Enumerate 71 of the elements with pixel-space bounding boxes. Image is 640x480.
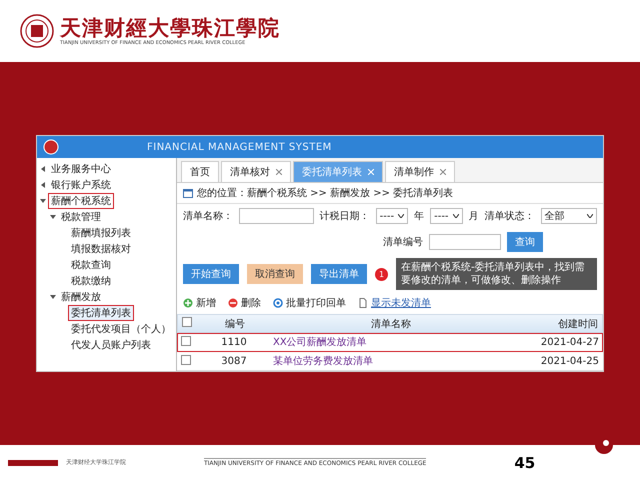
sidebar-item[interactable]: 代发人员账户列表: [69, 338, 153, 352]
triangle-down-icon[interactable]: [50, 214, 56, 220]
sidebar-item[interactable]: 税款缴纳: [69, 274, 113, 288]
table-cell-text: 3087: [220, 356, 248, 366]
query-button[interactable]: 导出清单: [311, 264, 367, 284]
unit-label: 月: [468, 210, 479, 223]
column-header: 清单名称: [370, 318, 412, 330]
triangle-down-icon[interactable]: [50, 294, 56, 300]
sidebar-item[interactable]: 填报数据核对: [69, 242, 133, 256]
toolbar-button[interactable]: 新增: [183, 296, 216, 310]
tab[interactable]: 清单制作: [385, 161, 455, 182]
sidebar-item[interactable]: 薪酬发放: [59, 290, 103, 304]
table-cell-text: 1110: [220, 336, 248, 348]
column-header: 编号: [224, 318, 246, 330]
triangle-down-icon[interactable]: [40, 198, 46, 204]
year-select[interactable]: ----: [376, 208, 408, 224]
sidebar-item[interactable]: 委托清单列表: [69, 306, 133, 320]
toolbar-button[interactable]: 批量打印回单: [273, 296, 346, 310]
query-button[interactable]: 开始查询: [183, 264, 239, 284]
field-label: 清单编号: [383, 236, 423, 249]
tab[interactable]: 清单核对: [221, 161, 291, 182]
caret-icon: [452, 214, 459, 218]
status-select[interactable]: 全部: [540, 208, 597, 224]
seal-icon: [20, 14, 54, 48]
toolbar-button[interactable]: 显示未发清单: [358, 296, 431, 310]
table-row[interactable]: 3087 某单位劳务费发放清单 2021-04-25: [177, 352, 603, 371]
sidebar-item[interactable]: 业务服务中心: [49, 162, 113, 176]
input-field[interactable]: [239, 208, 314, 224]
table-cell[interactable]: XX公司薪酬发放清单: [269, 335, 513, 349]
sidebar-item[interactable]: 税款管理: [59, 210, 103, 224]
sidebar-item[interactable]: 薪酬个税系统: [49, 194, 113, 208]
sidebar-item[interactable]: 薪酬填报列表: [69, 226, 133, 240]
toolbar-button[interactable]: 删除: [228, 296, 261, 310]
step-badge: 1: [375, 268, 388, 280]
system-title: FINANCIAL MANAGEMENT SYSTEM: [147, 142, 332, 152]
checkbox[interactable]: [182, 317, 192, 327]
minus-icon: [228, 298, 238, 308]
sidebar-item[interactable]: 税款查询: [69, 258, 113, 272]
window-icon: [183, 188, 193, 198]
query-button[interactable]: 取消查询: [247, 264, 303, 284]
column-header: 创建时间: [557, 318, 599, 330]
document-icon: [358, 298, 368, 308]
page-number: 45: [514, 454, 536, 472]
caret-icon: [587, 214, 593, 218]
field-label: 计税日期：: [320, 210, 370, 223]
table-cell-text: 2021-04-25: [540, 356, 600, 366]
caret-icon: [398, 214, 404, 218]
field-label: 清单状态：: [484, 210, 535, 223]
tooltip: 在薪酬个税系统-委托清单列表中，找到需要修改的清单，可做修改、删除操作: [396, 258, 597, 290]
checkbox[interactable]: [181, 336, 191, 346]
field-label: 清单名称：: [183, 210, 233, 223]
emblem-icon: [43, 139, 59, 155]
close-icon[interactable]: [440, 169, 446, 175]
breadcrumb: 您的位置：薪酬个税系统 >> 薪酬发放 >> 委托清单列表: [197, 186, 454, 200]
sidebar-item[interactable]: 银行账户系统: [49, 178, 113, 192]
table-cell-text: 2021-04-27: [540, 336, 600, 348]
unit-label: 年: [414, 210, 424, 223]
circle-icon: [273, 298, 283, 308]
table-row[interactable]: 1110 XX公司薪酬发放清单 2021-04-27: [177, 333, 603, 352]
school-logo-text: 天津财經大學珠江學院: [60, 16, 280, 38]
month-select[interactable]: ----: [430, 208, 463, 224]
search-button[interactable]: 查询: [507, 232, 543, 252]
sidebar-item[interactable]: 委托代发项目（个人）: [69, 322, 173, 336]
table-cell[interactable]: 某单位劳务费发放清单: [269, 354, 513, 368]
checkbox[interactable]: [181, 354, 191, 364]
input-field[interactable]: [429, 234, 501, 250]
triangle-left-icon[interactable]: [40, 182, 46, 188]
triangle-left-icon[interactable]: [40, 166, 46, 172]
plus-icon: [183, 298, 193, 308]
close-icon[interactable]: [276, 169, 282, 175]
tab[interactable]: 首页: [181, 161, 219, 182]
